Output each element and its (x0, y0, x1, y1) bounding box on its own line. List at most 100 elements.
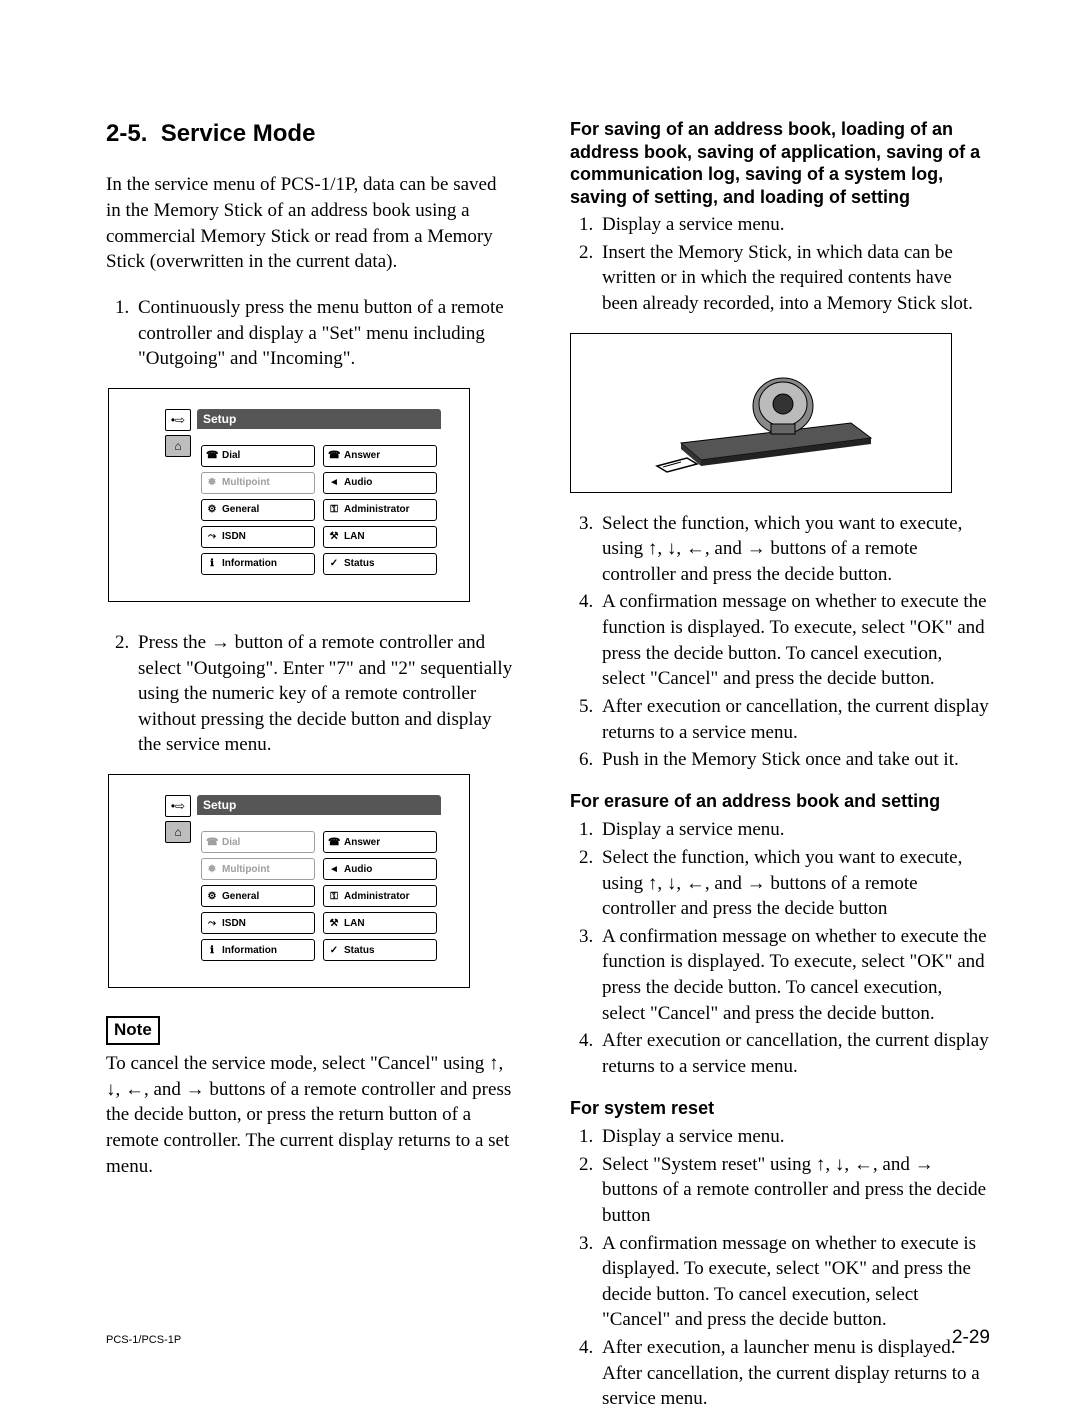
device-svg-icon (621, 348, 901, 478)
list-item: Select "System reset" using ↑, ↓, ←, and… (598, 1152, 990, 1229)
answer-label: Answer (344, 836, 380, 850)
setup-button-grid: ☎ Dial ☎ Answer ❅Multipoint ◄ Audio ⚙ Genera… (197, 429, 441, 575)
menu-dial-2[interactable]: ☎Dial (201, 831, 315, 853)
menu-answer[interactable]: ☎ Answer (323, 445, 437, 467)
setup-title: Setup (197, 409, 441, 429)
status-label: Status (344, 557, 375, 571)
dial-label: Dial (222, 449, 240, 463)
right-column: For saving of an address book, loading o… (570, 118, 990, 1428)
answer-icon: ☎ (328, 449, 340, 463)
status-label: Status (344, 944, 375, 958)
list-item: Display a service menu. (598, 212, 990, 238)
heading-reset: For system reset (570, 1096, 990, 1120)
heading-erasure: For erasure of an address book and setti… (570, 789, 990, 813)
audio-icon: ◄ (328, 476, 340, 490)
section-name: Service Mode (161, 120, 316, 147)
setup-screenshot-1: •⇨ ⌂ Setup ☎ Dial ☎ Answer ❅Multipoint ◄ Au… (108, 388, 470, 602)
general-label: General (222, 503, 259, 517)
general-label: General (222, 890, 259, 904)
info-label: Information (222, 557, 277, 571)
menu-audio[interactable]: ◄ Audio (323, 472, 437, 494)
page: 2-5. Service Mode In the service menu of… (0, 0, 1080, 1407)
left-column: 2-5. Service Mode In the service menu of… (106, 118, 514, 1428)
list-item: Display a service menu. (598, 1124, 990, 1150)
audio-label: Audio (344, 476, 372, 490)
answer-label: Answer (344, 449, 380, 463)
audio-label: Audio (344, 863, 372, 877)
isdn-icon: ⤳ (206, 917, 218, 931)
menu-administrator-2[interactable]: ⚿ Administrator (323, 885, 437, 907)
isdn-label: ISDN (222, 530, 246, 544)
heading-saving: For saving of an address book, loading o… (570, 118, 990, 208)
footer-page-number: 2-29 (952, 1325, 990, 1351)
list-item: A confirmation message on whether to exe… (598, 1231, 990, 1334)
menu-administrator[interactable]: ⚿ Administrator (323, 499, 437, 521)
step-2: Press the → button of a remote controlle… (134, 630, 514, 758)
isdn-icon: ⤳ (206, 530, 218, 544)
status-icon: ✓ (328, 557, 340, 571)
menu-status[interactable]: ✓ Status (323, 553, 437, 575)
footer-model: PCS-1/PCS-1P (106, 1333, 181, 1348)
side-icon-incoming-2: ⌂ (165, 821, 191, 843)
list-item: Select the function, which you want to e… (598, 511, 990, 588)
list-item: Select the function, which you want to e… (598, 845, 990, 922)
menu-multipoint[interactable]: ❅Multipoint (201, 472, 315, 494)
side-icon-outgoing: •⇨ (165, 409, 191, 431)
lan-icon: ⚒ (328, 530, 340, 544)
menu-lan-2[interactable]: ⚒LAN (323, 912, 437, 934)
list-item: After execution or cancellation, the cur… (598, 694, 990, 745)
step-1: Continuously press the menu button of a … (134, 295, 514, 372)
multipoint-label: Multipoint (222, 476, 270, 490)
menu-isdn[interactable]: ⤳ ISDN (201, 526, 315, 548)
note-text: To cancel the service mode, select "Canc… (106, 1051, 514, 1179)
left-steps-1: Continuously press the menu button of a … (106, 295, 514, 372)
section-title: 2-5. Service Mode (106, 118, 514, 150)
info-icon: ℹ (206, 944, 218, 958)
dial-label: Dial (222, 836, 240, 850)
menu-general[interactable]: ⚙ General (201, 499, 315, 521)
menu-audio-2[interactable]: ◄ Audio (323, 858, 437, 880)
list-item: Push in the Memory Stick once and take o… (598, 747, 990, 773)
device-illustration (570, 333, 952, 493)
menu-lan[interactable]: ⚒ LAN (323, 526, 437, 548)
note-label: Note (106, 1016, 160, 1045)
admin-label: Administrator (344, 890, 410, 904)
list-item: A confirmation message on whether to exe… (598, 924, 990, 1027)
saving-steps-pre: Display a service menu. Insert the Memor… (570, 212, 990, 317)
lan-label: LAN (344, 530, 365, 544)
menu-answer-2[interactable]: ☎ Answer (323, 831, 437, 853)
lan-icon: ⚒ (328, 917, 340, 931)
audio-icon: ◄ (328, 863, 340, 877)
erasure-steps: Display a service menu. Select the funct… (570, 817, 990, 1079)
menu-general-2[interactable]: ⚙ General (201, 885, 315, 907)
setup-screenshot-2: •⇨ ⌂ Setup ☎Dial ☎Answer ❅Multipoint ◄Au… (108, 774, 470, 988)
admin-icon: ⚿ (328, 890, 340, 904)
section-number: 2-5. (106, 120, 147, 147)
side-icon-outgoing-2: •⇨ (165, 795, 191, 817)
intro-paragraph: In the service menu of PCS-1/1P, data ca… (106, 172, 514, 275)
isdn-label: ISDN (222, 917, 246, 931)
info-icon: ℹ (206, 557, 218, 571)
two-column-layout: 2-5. Service Mode In the service menu of… (106, 118, 990, 1428)
admin-label: Administrator (344, 503, 410, 517)
menu-multipoint-2[interactable]: ❅Multipoint (201, 858, 315, 880)
menu-information[interactable]: ℹ Information (201, 553, 315, 575)
list-item: Insert the Memory Stick, in which data c… (598, 240, 990, 317)
menu-status-2[interactable]: ✓Status (323, 939, 437, 961)
side-icon-incoming: ⌂ (165, 435, 191, 457)
general-icon: ⚙ (206, 503, 218, 517)
multipoint-label: Multipoint (222, 863, 270, 877)
side-icons: •⇨ ⌂ (165, 409, 191, 461)
answer-icon: ☎ (328, 836, 340, 850)
dial-icon: ☎ (206, 449, 218, 463)
menu-information-2[interactable]: ℹInformation (201, 939, 315, 961)
page-footer: PCS-1/PCS-1P 2-29 (106, 1325, 990, 1351)
reset-steps: Display a service menu. Select "System r… (570, 1124, 990, 1412)
list-item: Display a service menu. (598, 817, 990, 843)
setup-button-grid-2: ☎Dial ☎ Answer ❅Multipoint ◄ Audio ⚙ Genera… (197, 815, 441, 961)
menu-isdn-2[interactable]: ⤳ ISDN (201, 912, 315, 934)
menu-dial[interactable]: ☎ Dial (201, 445, 315, 467)
admin-icon: ⚿ (328, 503, 340, 517)
general-icon: ⚙ (206, 890, 218, 904)
setup-panel: Setup ☎ Dial ☎ Answer ❅Multipoint ◄ Audio ⚙… (197, 409, 441, 575)
